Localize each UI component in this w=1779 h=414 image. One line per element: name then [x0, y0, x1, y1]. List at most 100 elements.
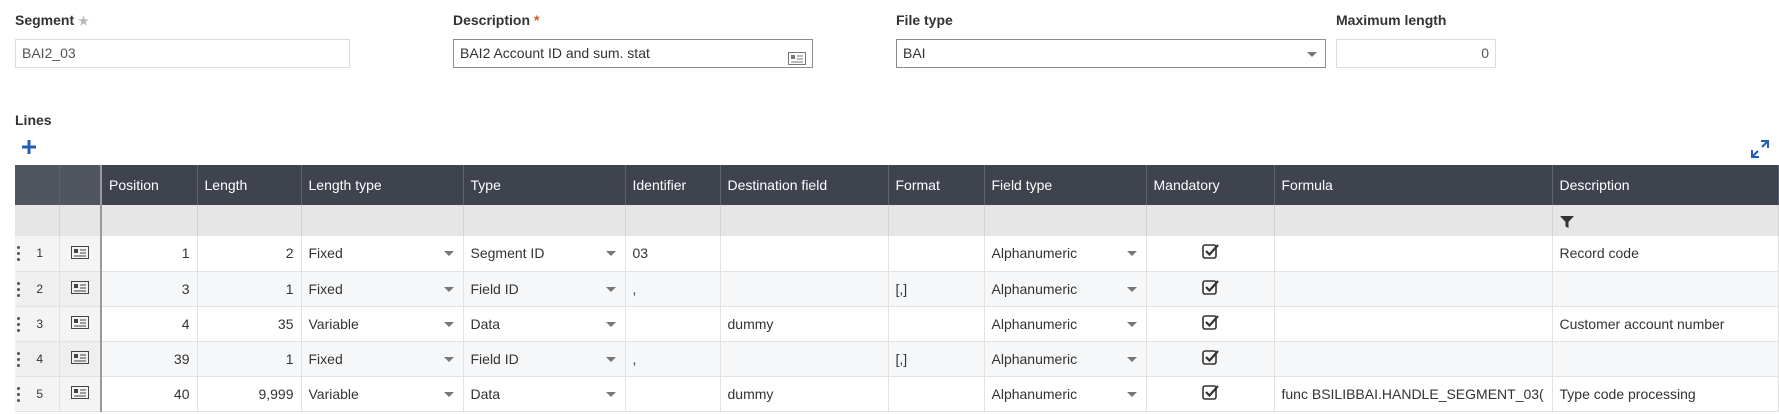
col-identifier[interactable]: Identifier	[625, 165, 721, 205]
cell-description[interactable]: Customer account number	[1552, 306, 1779, 342]
col-length[interactable]: Length	[197, 165, 302, 205]
cell-mandatory[interactable]	[1146, 341, 1275, 377]
chevron-down-icon[interactable]	[605, 356, 616, 362]
cell-identifier[interactable]: ,	[625, 341, 721, 377]
chevron-down-icon[interactable]	[605, 286, 616, 292]
segment-input[interactable]: BAI2_03	[15, 39, 350, 68]
cell-identifier[interactable]	[625, 306, 721, 342]
cell-length[interactable]: 1	[197, 271, 302, 307]
drag-handle-icon[interactable]	[17, 351, 21, 368]
detail-card-icon[interactable]	[70, 351, 89, 367]
cell-field-type[interactable]: Alphanumeric	[984, 306, 1147, 342]
cell-field-type[interactable]: Alphanumeric	[984, 341, 1147, 377]
cell-destination-field[interactable]: dummy	[720, 306, 889, 342]
col-formula[interactable]: Formula	[1274, 165, 1553, 205]
cell-description[interactable]: Record code	[1552, 236, 1779, 272]
cell-destination-field[interactable]: dummy	[720, 376, 889, 412]
cell-formula[interactable]	[1274, 306, 1553, 342]
row-handle-cell[interactable]: 1	[15, 236, 60, 272]
chevron-down-icon[interactable]	[605, 321, 616, 327]
cell-type[interactable]: Field ID	[463, 341, 626, 377]
cell-format[interactable]	[888, 376, 985, 412]
col-mandatory[interactable]: Mandatory	[1146, 165, 1275, 205]
detail-card-icon[interactable]	[70, 386, 89, 402]
cell-type[interactable]: Data	[463, 306, 626, 342]
col-destination-field[interactable]: Destination field	[720, 165, 889, 205]
cell-destination-field[interactable]	[720, 236, 889, 272]
col-length-type[interactable]: Length type	[301, 165, 464, 205]
cell-mandatory[interactable]	[1146, 376, 1275, 412]
cell-formula[interactable]	[1274, 341, 1553, 377]
cell-destination-field[interactable]	[720, 271, 889, 307]
cell-position[interactable]: 3	[101, 271, 198, 307]
cell-length[interactable]: 35	[197, 306, 302, 342]
chevron-down-icon[interactable]	[1126, 356, 1137, 362]
drag-handle-icon[interactable]	[17, 316, 21, 333]
row-handle-cell[interactable]: 5	[15, 376, 60, 412]
chevron-down-icon[interactable]	[443, 391, 454, 397]
row-detail-cell[interactable]	[59, 376, 102, 412]
table-row[interactable]: 5 40 9,999 Variable Data dummy Alphanumeric fun…	[15, 376, 1779, 412]
file-type-select[interactable]: BAI	[896, 39, 1326, 68]
chevron-down-icon[interactable]	[443, 321, 454, 327]
chevron-down-icon[interactable]	[443, 251, 454, 256]
description-input[interactable]: BAI2 Account ID and sum. stat	[453, 39, 813, 68]
row-handle-cell[interactable]: 2	[15, 271, 60, 307]
cell-length[interactable]: 1	[197, 341, 302, 377]
cell-position[interactable]: 39	[101, 341, 198, 377]
chevron-down-icon[interactable]	[443, 356, 454, 362]
cell-type[interactable]: Data	[463, 376, 626, 412]
cell-format[interactable]	[888, 306, 985, 342]
checkbox-checked-icon[interactable]	[1201, 279, 1219, 299]
row-handle-cell[interactable]: 3	[15, 306, 60, 342]
drag-handle-icon[interactable]	[17, 386, 21, 403]
cell-identifier[interactable]: ,	[625, 271, 721, 307]
cell-field-type[interactable]: Alphanumeric	[984, 271, 1147, 307]
col-format[interactable]: Format	[888, 165, 985, 205]
cell-type[interactable]: Field ID	[463, 271, 626, 307]
chevron-down-icon[interactable]	[443, 286, 454, 292]
col-description[interactable]: Description	[1552, 165, 1779, 205]
cell-position[interactable]: 4	[101, 306, 198, 342]
cell-identifier[interactable]	[625, 376, 721, 412]
cell-field-type[interactable]: Alphanumeric	[984, 236, 1147, 272]
chevron-down-icon[interactable]	[605, 391, 616, 397]
table-row[interactable]: 3 4 35 Variable Data dummy Alphanumeric Custome…	[15, 306, 1779, 342]
detail-card-icon[interactable]	[788, 47, 806, 67]
cell-position[interactable]: 1	[101, 236, 198, 272]
row-detail-cell[interactable]	[59, 271, 102, 307]
cell-field-type[interactable]: Alphanumeric	[984, 376, 1147, 412]
col-field-type[interactable]: Field type	[984, 165, 1147, 205]
cell-description[interactable]: Type code processing	[1552, 376, 1779, 412]
cell-mandatory[interactable]	[1146, 306, 1275, 342]
checkbox-checked-icon[interactable]	[1201, 384, 1219, 404]
chevron-down-icon[interactable]	[1126, 286, 1137, 292]
cell-mandatory[interactable]	[1146, 236, 1275, 272]
drag-handle-icon[interactable]	[17, 246, 21, 262]
drag-handle-icon[interactable]	[17, 281, 21, 298]
row-detail-cell[interactable]	[59, 236, 102, 272]
cell-format[interactable]	[888, 236, 985, 272]
cell-destination-field[interactable]	[720, 341, 889, 377]
checkbox-checked-icon[interactable]	[1201, 349, 1219, 369]
cell-formula[interactable]: func BSILIBBAI.HANDLE_SEGMENT_03(	[1274, 376, 1553, 412]
cell-format[interactable]: [,]	[888, 271, 985, 307]
cell-length-type[interactable]: Fixed	[301, 341, 464, 377]
col-type[interactable]: Type	[463, 165, 626, 205]
checkbox-checked-icon[interactable]	[1201, 314, 1219, 334]
row-handle-cell[interactable]: 4	[15, 341, 60, 377]
row-detail-cell[interactable]	[59, 306, 102, 342]
cell-type[interactable]: Segment ID	[463, 236, 626, 272]
cell-description[interactable]	[1552, 341, 1779, 377]
cell-length-type[interactable]: Variable	[301, 306, 464, 342]
detail-card-icon[interactable]	[70, 245, 89, 262]
cell-identifier[interactable]: 03	[625, 236, 721, 272]
max-length-input[interactable]: 0	[1336, 39, 1496, 68]
table-row[interactable]: 4 39 1 Fixed Field ID, [,] Alphanumeric	[15, 341, 1779, 377]
row-detail-cell[interactable]	[59, 341, 102, 377]
col-position[interactable]: Position	[101, 165, 198, 205]
cell-length-type[interactable]: Variable	[301, 376, 464, 412]
cell-length[interactable]: 2	[197, 236, 302, 272]
add-line-button[interactable]	[21, 139, 39, 157]
cell-formula[interactable]	[1274, 271, 1553, 307]
